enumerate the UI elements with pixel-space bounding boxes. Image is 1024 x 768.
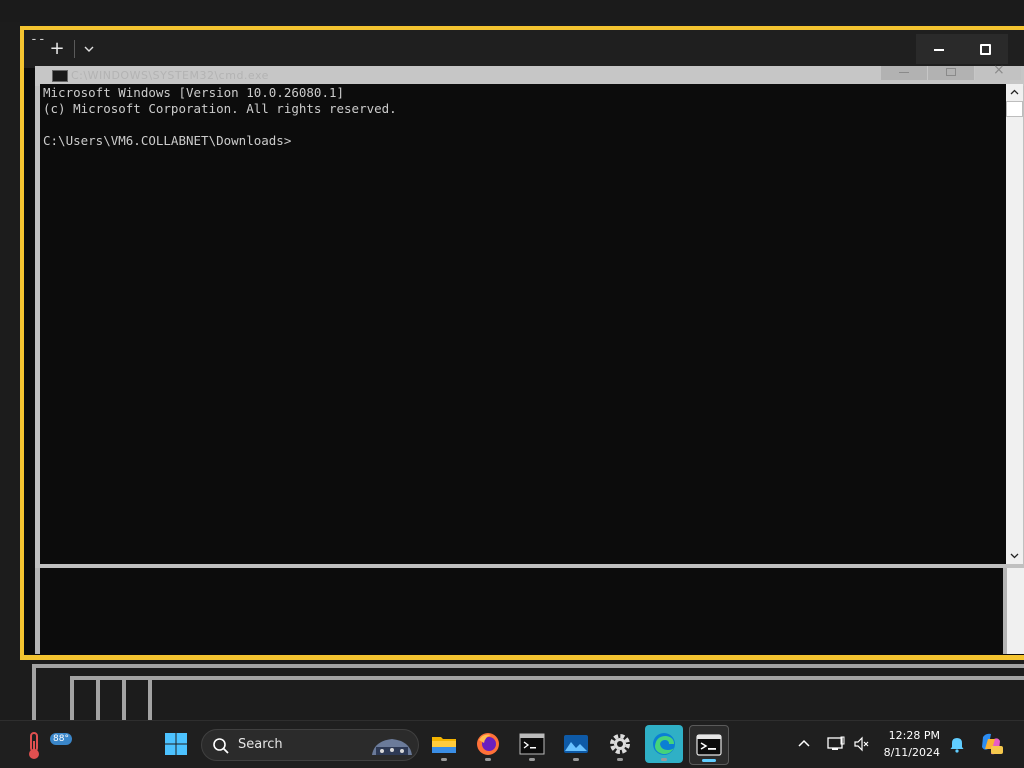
thermometer-icon <box>29 732 39 759</box>
search-input[interactable]: Search <box>201 729 419 761</box>
console-minimize-button[interactable] <box>881 66 927 80</box>
search-label: Search <box>238 737 283 752</box>
command-prompt-button[interactable] <box>513 725 551 763</box>
tab-separator <box>74 40 75 58</box>
console-maximize-button[interactable] <box>928 66 974 80</box>
firefox-icon <box>477 733 499 755</box>
search-highlight-icon <box>372 739 412 755</box>
console-line: (c) Microsoft Corporation. All rights re… <box>43 101 397 116</box>
show-hidden-icons-button[interactable] <box>786 725 822 763</box>
console-prompt[interactable]: C:\Users\VM6.COLLABNET\Downloads> <box>43 133 1003 149</box>
terminal-titlebar[interactable]: -- + <box>24 30 1024 68</box>
console-line: ​ <box>43 117 1003 133</box>
scroll-thumb[interactable] <box>1006 101 1023 117</box>
running-indicator <box>485 758 491 761</box>
file-explorer-icon <box>432 737 456 753</box>
active-indicator <box>702 759 716 762</box>
console-host-window[interactable]: C:\WINDOWS\SYSTEM32\cmd.exe Microsoft Wi… <box>35 62 1024 568</box>
search-icon <box>213 738 229 754</box>
minimize-button[interactable] <box>916 34 962 64</box>
settings-icon <box>610 734 630 754</box>
chevron-up-icon <box>1010 89 1019 95</box>
network-button[interactable] <box>822 725 850 763</box>
edge-button[interactable] <box>645 725 683 763</box>
console-line: Microsoft Windows [Version 10.0.26080.1] <box>43 85 345 100</box>
pane-frame <box>35 568 40 654</box>
taskbar: 88° Search 12:28 PM 8/11/2024 <box>0 720 1024 768</box>
running-indicator <box>573 758 579 761</box>
network-icon <box>827 736 845 750</box>
chevron-down-icon <box>84 46 94 52</box>
notifications-button[interactable] <box>944 725 970 763</box>
command-prompt-icon <box>519 733 545 755</box>
console-titlebar[interactable]: C:\WINDOWS\SYSTEM32\cmd.exe <box>35 62 1024 86</box>
terminal-button[interactable] <box>689 725 729 765</box>
start-icon <box>165 733 187 755</box>
weather-temperature: 88° <box>50 733 72 745</box>
firefox-button[interactable] <box>469 725 507 763</box>
tab-dropdown-button[interactable] <box>78 38 100 60</box>
weather-widget[interactable]: 88° <box>20 727 72 763</box>
ghost-window-frame <box>148 676 1024 724</box>
running-indicator <box>617 758 623 761</box>
console-close-button[interactable] <box>975 62 1021 80</box>
scroll-down-button[interactable] <box>1006 547 1023 564</box>
new-tab-button[interactable]: + <box>46 38 68 60</box>
chevron-up-icon <box>798 739 810 747</box>
edge-icon <box>653 733 675 755</box>
console-scrollbar[interactable] <box>1006 84 1023 564</box>
console-window-title: C:\WINDOWS\SYSTEM32\cmd.exe <box>71 69 269 82</box>
bell-icon <box>950 738 964 753</box>
scroll-up-button[interactable] <box>1006 84 1023 101</box>
running-indicator <box>441 758 447 761</box>
volume-muted-icon <box>854 736 869 752</box>
start-button[interactable] <box>157 725 195 763</box>
desktop-top-strip <box>0 0 1024 22</box>
cmd-app-icon <box>52 70 68 82</box>
tab-strip-marker: -- <box>30 32 46 47</box>
terminal-icon <box>696 734 722 756</box>
chevron-down-icon <box>1010 553 1019 559</box>
clock-date[interactable]: 8/11/2024 <box>872 746 940 759</box>
running-indicator <box>529 758 535 761</box>
copilot-button[interactable] <box>974 725 1008 763</box>
clock-time[interactable]: 12:28 PM <box>872 729 940 742</box>
copilot-icon <box>982 733 1003 755</box>
settings-button[interactable] <box>601 725 639 763</box>
file-explorer-button[interactable] <box>425 725 463 763</box>
maximize-button[interactable] <box>962 34 1008 64</box>
photos-button[interactable] <box>557 725 595 763</box>
terminal-window[interactable]: -- + C:\WINDOWS\SYSTEM32\cmd.exe Microso… <box>20 26 1024 660</box>
console-output[interactable]: Microsoft Windows [Version 10.0.26080.1]… <box>40 84 1006 564</box>
pane-scrollbar <box>1007 568 1024 654</box>
running-indicator <box>661 758 667 761</box>
photos-icon <box>564 735 588 753</box>
background-console-pane <box>35 568 1024 654</box>
